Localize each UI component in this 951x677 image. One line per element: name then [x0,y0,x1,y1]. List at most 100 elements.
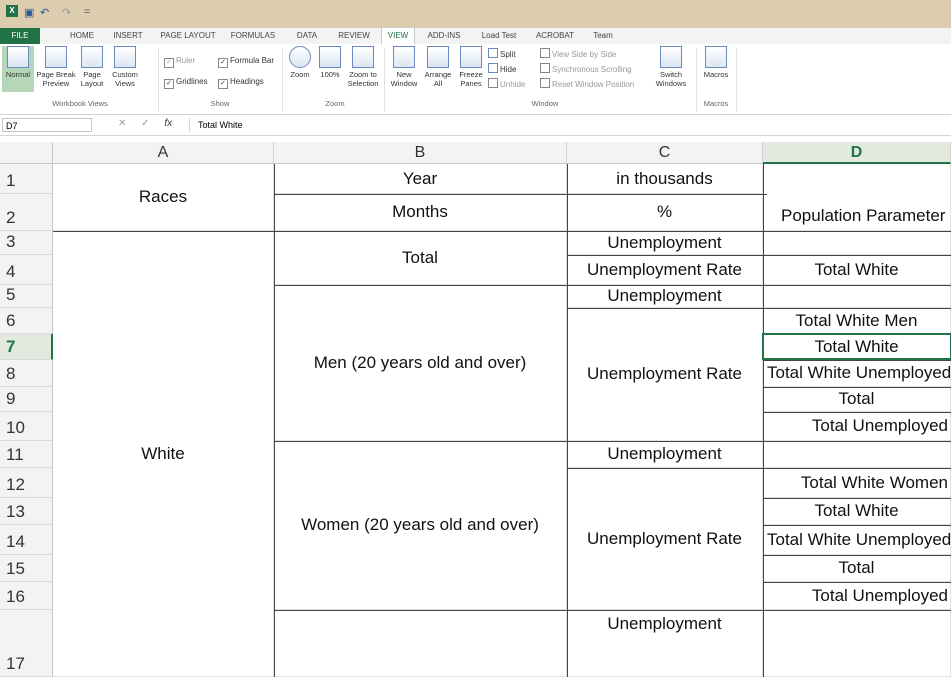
column-header-b[interactable]: B [274,142,567,164]
hide-button[interactable]: Hide [488,63,516,74]
switch-windows-button[interactable]: Switch Windows [650,46,692,92]
view-side-by-side-button[interactable]: View Side by Side [540,48,616,59]
undo-icon[interactable]: ↶ [40,6,49,19]
cell-d15[interactable]: Total [763,555,950,581]
cell-d10[interactable]: Total Unemployed [763,412,950,440]
unhide-button[interactable]: Unhide [488,78,525,89]
column-header-d[interactable]: D [763,142,951,164]
tab-load-test[interactable]: Load Test [478,28,520,44]
row-header-14[interactable]: 14 [0,525,53,555]
row-header-6[interactable]: 6 [0,308,53,334]
row-header-13[interactable]: 13 [0,498,53,525]
reset-window-position-button[interactable]: Reset Window Position [540,78,634,89]
page-break-preview-button[interactable]: Page Break Preview [36,46,76,92]
cell-border [274,610,951,611]
headings-checkbox[interactable]: ✓ Headings [218,77,264,89]
row-header-3[interactable]: 3 [0,231,53,255]
name-box[interactable]: D7 [2,118,92,132]
redo-icon[interactable]: ↷ [62,6,71,19]
tab-insert[interactable]: INSERT [110,28,146,44]
custom-views-icon [114,46,136,68]
row-header-2[interactable]: 2 [0,194,53,231]
freeze-panes-button[interactable]: Freeze Panes [456,46,486,92]
page-layout-view-button[interactable]: Page Layout [78,46,106,92]
cell-b1[interactable]: Year [274,164,566,193]
cell-c11[interactable]: Unemployment [567,441,762,467]
cell-c17[interactable]: Unemployment [567,610,762,676]
cell-d16[interactable]: Total Unemployed [763,582,950,609]
cell-d14[interactable]: Total White Unemployed [763,525,950,554]
zoom-button[interactable]: Zoom [286,46,314,92]
tab-home[interactable]: HOME [64,28,100,44]
tab-team[interactable]: Team [588,28,618,44]
selected-cell-d7 [762,333,951,360]
cell-c3[interactable]: Unemployment [567,231,762,254]
zoom-100-button[interactable]: 100% [316,46,344,92]
cell-d2[interactable]: Population Parameter [763,164,950,230]
select-all-corner[interactable] [0,142,53,164]
cell-b17[interactable] [274,610,566,676]
cell-d13[interactable]: Total White [763,498,950,524]
row-header-1[interactable]: 1 [0,164,53,194]
cell-d9[interactable]: Total [763,387,950,411]
cell-a11[interactable]: White [53,231,273,676]
row-header-17[interactable]: 17 [0,610,53,677]
row-header-15[interactable]: 15 [0,555,53,582]
cell-a1[interactable]: Races [53,164,273,230]
check-icon: ✓ [218,58,228,68]
macros-button[interactable]: Macros [700,46,732,92]
tab-acrobat[interactable]: ACROBAT [534,28,576,44]
split-button[interactable]: Split [488,48,516,59]
row-header-4[interactable]: 4 [0,255,53,285]
spreadsheet-grid[interactable]: A B C D 1 2 3 4 5 6 7 8 9 10 11 12 13 14 15 16 17 Races Year in… [0,142,951,677]
column-header-c[interactable]: C [567,142,763,164]
cell-border [53,231,951,232]
fx-icon[interactable]: fx [164,118,172,129]
enter-icon[interactable]: ✓ [141,118,149,129]
cell-d8[interactable]: Total White Unemployed [763,360,950,386]
zoom-to-selection-button[interactable]: Zoom to Selection [345,46,381,92]
formula-input[interactable]: Total White [189,118,949,132]
row-header-16[interactable]: 16 [0,582,53,610]
cell-b11[interactable]: Women (20 years old and over) [274,441,566,609]
cell-c5[interactable]: Unemployment [567,285,762,307]
arrange-all-button[interactable]: Arrange All [422,46,454,92]
custom-views-button[interactable]: Custom Views [108,46,142,92]
customize-toolbar-icon[interactable]: = [84,6,90,18]
cell-d12[interactable]: Total White Women [763,468,950,497]
cell-d4[interactable]: Total White [763,255,950,284]
row-header-10[interactable]: 10 [0,412,53,441]
cell-c12[interactable]: Unemployment Rate [567,468,762,609]
row-header-7[interactable]: 7 [0,334,53,360]
arrange-all-icon [427,46,449,68]
gridlines-checkbox[interactable]: ✓ Gridlines [164,77,208,89]
normal-view-button[interactable]: Normal [2,46,34,92]
row-header-8[interactable]: 8 [0,360,53,387]
tab-formulas[interactable]: FORMULAS [228,28,278,44]
ruler-checkbox[interactable]: ✓ Ruler [164,56,195,68]
cell-c1[interactable]: in thousands [567,164,762,193]
cell-c6[interactable]: Unemployment Rate [567,308,762,440]
tab-file[interactable]: FILE [0,28,40,44]
cell-c4[interactable]: Unemployment Rate [567,255,762,284]
cell-b3[interactable]: Total [274,231,566,284]
tab-add-ins[interactable]: ADD-INS [424,28,464,44]
new-window-button[interactable]: New Window [388,46,420,92]
row-header-11[interactable]: 11 [0,441,53,468]
row-header-5[interactable]: 5 [0,285,53,308]
tab-review[interactable]: REVIEW [336,28,372,44]
tab-page-layout[interactable]: PAGE LAYOUT [158,28,218,44]
cell-b2[interactable]: Months [274,194,566,230]
cancel-icon[interactable]: ✕ [118,118,126,129]
formula-bar-checkbox[interactable]: ✓ Formula Bar [218,56,274,68]
tab-data[interactable]: DATA [292,28,322,44]
cell-d6[interactable]: Total White Men [763,308,950,333]
save-icon[interactable]: ▣ [24,6,34,19]
synchronous-scrolling-button[interactable]: Synchronous Scrolling [540,63,632,74]
column-header-a[interactable]: A [53,142,274,164]
row-header-9[interactable]: 9 [0,387,53,412]
cell-b5[interactable]: Men (20 years old and over) [274,285,566,440]
row-header-12[interactable]: 12 [0,468,53,498]
cell-c2[interactable]: % [567,194,762,230]
split-icon [488,48,498,58]
